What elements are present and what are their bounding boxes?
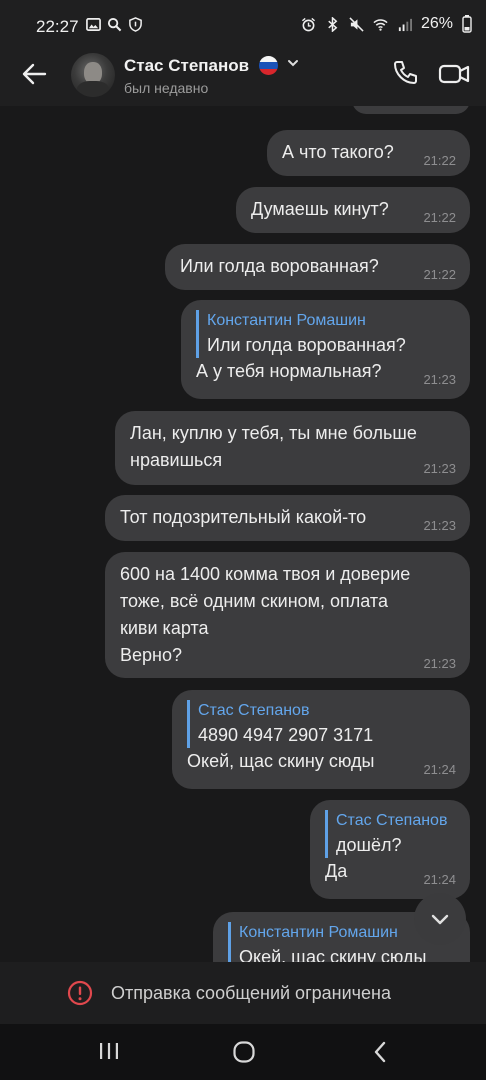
message-time: 21:23 — [423, 372, 456, 387]
status-bar: 22:27 26% — [0, 0, 486, 48]
system-nav-bar — [0, 1024, 486, 1080]
chevron-down-icon[interactable] — [286, 56, 300, 70]
shield-icon — [129, 17, 142, 32]
message-bubble-reply[interactable]: Константин Ромашин Или голда ворованная?… — [181, 300, 470, 399]
reply-quote[interactable]: Константин Ромашин Окей, щас скину сюды — [228, 922, 426, 962]
message-text: Тот подозрительный какой-то — [120, 507, 367, 527]
reply-text: 4890 4947 2907 3171 — [198, 725, 374, 745]
search-icon — [107, 17, 122, 32]
status-left-icons — [86, 17, 143, 32]
message-text-line: 600 на 1400 комма твоя и доверие — [120, 564, 411, 584]
reply-quote[interactable]: Стас Степанов дошёл? — [325, 810, 447, 858]
signal-icon — [398, 18, 412, 31]
battery-icon — [462, 15, 472, 33]
message-text-line: Верно? — [120, 645, 182, 665]
message-text: Окей, щас скину сюды — [187, 751, 375, 771]
alarm-icon — [301, 17, 316, 31]
nav-back-icon[interactable] — [370, 1040, 390, 1064]
reply-text: Окей, щас скину сюды — [239, 947, 427, 962]
message-time: 21:22 — [423, 210, 456, 225]
avatar[interactable] — [71, 53, 115, 97]
message-bubble[interactable]: Думаешь кинут? 21:22 — [236, 187, 470, 233]
message-bubble[interactable]: 600 на 1400 комма твоя и доверие тоже, в… — [105, 552, 470, 678]
battery-level: 26% — [420, 15, 453, 32]
contact-name[interactable]: Стас Степанов — [124, 56, 249, 76]
message-text: Думаешь кинут? — [251, 199, 389, 219]
message-time: 21:23 — [423, 518, 456, 533]
phone-icon[interactable] — [390, 58, 420, 88]
reply-author: Стас Степанов — [198, 702, 310, 719]
wifi-icon — [373, 18, 388, 31]
contact-status: был недавно — [124, 80, 209, 96]
message-bubble[interactable]: Тот подозрительный какой-то 21:23 — [105, 495, 470, 541]
message-bubble-reply[interactable]: Стас Степанов дошёл? Да 21:24 — [310, 800, 470, 899]
restriction-text: Отправка сообщений ограничена — [111, 983, 391, 1003]
message-list[interactable]: А что такого? 21:22 Думаешь кинут? 21:22… — [0, 106, 486, 962]
message-bubble[interactable]: Лан, куплю у тебя, ты мне больше нравишь… — [115, 411, 470, 485]
message-text: А у тебя нормальная? — [196, 361, 382, 381]
chevron-down-icon — [431, 914, 449, 925]
mute-icon — [349, 16, 364, 32]
nav-recents-icon[interactable] — [97, 1039, 121, 1063]
message-text: Да — [325, 861, 348, 881]
reply-author: Стас Степанов — [336, 812, 448, 829]
nav-home-icon[interactable] — [232, 1040, 256, 1064]
reply-text: дошёл? — [336, 835, 402, 855]
russia-flag-icon — [259, 56, 278, 75]
message-text-line: Лан, куплю у тебя, ты мне больше — [130, 423, 417, 443]
status-time: 22:27 — [36, 17, 79, 36]
reply-text: Или голда ворованная? — [207, 335, 406, 355]
video-call-icon[interactable] — [438, 59, 470, 89]
reply-quote[interactable]: Стас Степанов 4890 4947 2907 3171 — [187, 700, 373, 748]
warning-icon — [67, 980, 93, 1006]
message-text-line: нравишься — [130, 450, 223, 470]
status-right-icons: 26% — [301, 15, 472, 33]
reply-author: Константин Ромашин — [207, 312, 366, 329]
scroll-down-button[interactable] — [414, 893, 466, 945]
message-time: 21:22 — [423, 153, 456, 168]
message-time: 21:24 — [423, 872, 456, 887]
message-time: 21:22 — [423, 267, 456, 282]
back-arrow-icon[interactable] — [20, 60, 48, 88]
message-text: А что такого? — [282, 142, 394, 162]
bluetooth-icon — [328, 16, 338, 32]
chat-header: Стас Степанов был недавно — [0, 48, 486, 106]
message-bubble[interactable]: Или голда ворованная? 21:22 — [165, 244, 470, 290]
message-bubble-reply[interactable]: Стас Степанов 4890 4947 2907 3171 Окей, … — [172, 690, 470, 789]
message-text-line: тоже, всё одним скином, оплата — [120, 591, 388, 611]
message-bubble-partial[interactable] — [352, 106, 470, 114]
messaging-restricted-bar: Отправка сообщений ограничена — [0, 962, 486, 1024]
reply-quote[interactable]: Константин Ромашин Или голда ворованная? — [196, 310, 406, 358]
gallery-icon — [86, 18, 101, 31]
message-time: 21:24 — [423, 762, 456, 777]
message-bubble[interactable]: А что такого? 21:22 — [267, 130, 470, 176]
reply-author: Константин Ромашин — [239, 924, 398, 941]
message-time: 21:23 — [423, 656, 456, 671]
message-text: Или голда ворованная? — [180, 256, 379, 276]
message-time: 21:23 — [423, 461, 456, 476]
message-text-line: киви карта — [120, 618, 209, 638]
